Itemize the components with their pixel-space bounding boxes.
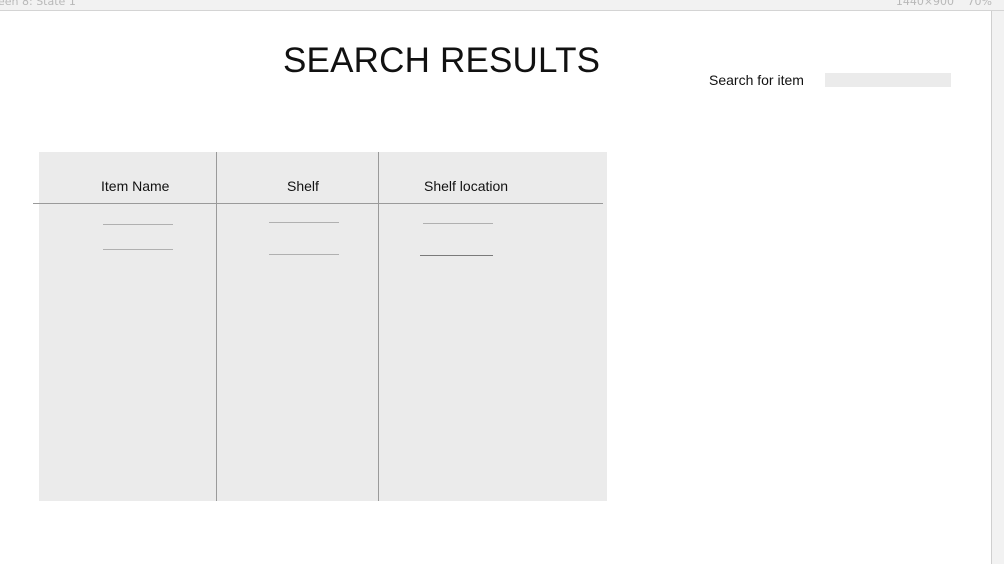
column-divider xyxy=(216,152,217,501)
shelf-placeholder xyxy=(269,222,339,223)
column-header-item-name[interactable]: Item Name xyxy=(101,178,169,194)
search-label: Search for item xyxy=(709,72,804,88)
search-input[interactable] xyxy=(825,73,951,87)
wireframe-canvas: SEARCH RESULTS Search for item Item Name… xyxy=(0,11,992,564)
shelf-location-placeholder xyxy=(423,223,493,224)
canvas-meta: 1440×900 70% xyxy=(896,0,992,8)
item-name-placeholder xyxy=(103,249,173,250)
item-name-placeholder xyxy=(103,224,173,225)
column-header-shelf[interactable]: Shelf xyxy=(287,178,319,194)
column-divider xyxy=(378,152,379,501)
wireframe-toolbar: een 8: State 1 1440×900 70% xyxy=(0,0,1004,11)
canvas-dimensions: 1440×900 xyxy=(895,0,955,8)
header-divider xyxy=(33,203,603,204)
column-header-shelf-location[interactable]: Shelf location xyxy=(424,178,508,194)
page-title: SEARCH RESULTS xyxy=(283,41,601,80)
results-table: Item Name Shelf Shelf location xyxy=(33,152,607,501)
shelf-placeholder xyxy=(269,254,339,255)
screen-state-label: een 8: State 1 xyxy=(0,0,76,8)
zoom-level[interactable]: 70% xyxy=(968,0,992,8)
shelf-location-placeholder xyxy=(420,255,493,256)
